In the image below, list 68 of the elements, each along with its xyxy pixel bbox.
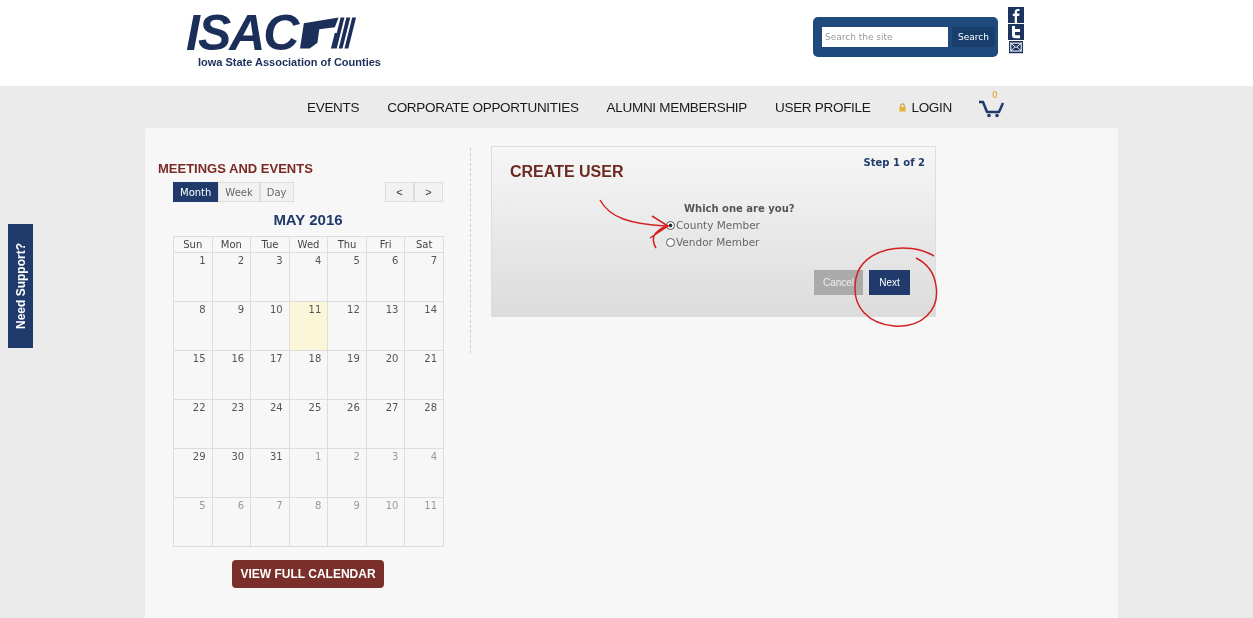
view-calendar-button[interactable]: VIEW FULL CALENDAR bbox=[232, 560, 384, 588]
weekday-header: Thu bbox=[328, 237, 367, 253]
day-cell[interactable]: 22 bbox=[174, 400, 213, 449]
next-month-button[interactable]: > bbox=[414, 182, 443, 202]
search-button[interactable]: Search bbox=[951, 27, 995, 47]
day-cell[interactable]: 21 bbox=[405, 351, 444, 400]
radio-button[interactable] bbox=[666, 237, 675, 247]
cart-count: 0 bbox=[991, 90, 998, 100]
day-cell[interactable]: 31 bbox=[251, 449, 290, 498]
nav-link[interactable]: ALUMNI MEMBERSHIP bbox=[606, 99, 747, 115]
day-cell[interactable]: 14 bbox=[405, 302, 444, 351]
twitter-icon[interactable] bbox=[1007, 24, 1024, 40]
radio-option[interactable]: County Member bbox=[666, 219, 760, 231]
day-cell[interactable]: 5 bbox=[328, 253, 367, 302]
facebook-icon[interactable] bbox=[1007, 7, 1024, 23]
day-cell[interactable]: 29 bbox=[174, 449, 213, 498]
view-tab[interactable]: Week bbox=[218, 182, 260, 202]
nav-link[interactable]: EVENTS bbox=[307, 99, 360, 115]
day-cell[interactable]: 12 bbox=[328, 302, 367, 351]
day-cell[interactable]: 17 bbox=[251, 351, 290, 400]
day-cell[interactable]: 11 bbox=[289, 302, 329, 351]
previous-button[interactable]: < bbox=[385, 182, 414, 202]
day-cell[interactable]: 23 bbox=[212, 400, 252, 449]
weekday-header: Fri bbox=[366, 237, 406, 253]
day-cell[interactable]: 24 bbox=[251, 400, 290, 449]
day-cell[interactable]: 13 bbox=[366, 302, 406, 351]
card-title: CREATE USER bbox=[510, 163, 624, 181]
day-cell[interactable]: 10 bbox=[251, 302, 290, 351]
step-indicator: Step 1 of 2 bbox=[863, 157, 925, 170]
radio-option[interactable]: Vendor Member bbox=[666, 236, 760, 248]
day-cell[interactable]: 28 bbox=[405, 400, 444, 449]
weekday-header: Mon bbox=[212, 237, 252, 253]
weekday-header: Wed bbox=[289, 237, 329, 253]
day-cell[interactable]: 18 bbox=[289, 351, 329, 400]
logo-subtitle: Iowa State Association of Counties bbox=[198, 56, 381, 68]
login-link[interactable]: LOGIN bbox=[898, 99, 952, 115]
day-cell[interactable]: 16 bbox=[212, 351, 252, 400]
day-cell[interactable]: 6 bbox=[366, 253, 406, 302]
day-cell[interactable]: 8 bbox=[174, 302, 213, 351]
email-icon[interactable] bbox=[1007, 41, 1024, 55]
day-cell[interactable]: 7 bbox=[405, 253, 444, 302]
day-cell[interactable]: 30 bbox=[212, 449, 252, 498]
weekday-header: Sun bbox=[174, 237, 213, 253]
view-tab[interactable]: Month bbox=[173, 182, 219, 202]
support-tab[interactable]: Need Support? bbox=[8, 224, 33, 348]
day-cell[interactable]: 2 bbox=[212, 253, 252, 302]
radio-button[interactable] bbox=[666, 220, 675, 230]
weekday-header: Sat bbox=[405, 237, 444, 253]
lock-icon bbox=[898, 102, 908, 112]
nav-link[interactable]: CORPORATE OPPORTUNITIES bbox=[387, 99, 579, 115]
day-cell[interactable]: 20 bbox=[366, 351, 406, 400]
weekday-header: Tue bbox=[251, 237, 290, 253]
month-title: MAY 2016 bbox=[272, 211, 344, 228]
logo-wordmark[interactable]: ISAC bbox=[186, 10, 298, 56]
section-heading: MEETINGS AND EVENTS bbox=[158, 161, 314, 176]
nav-link[interactable]: USER PROFILE bbox=[775, 99, 871, 115]
day-cell[interactable]: 9 bbox=[212, 302, 252, 351]
day-cell[interactable]: 1 bbox=[174, 253, 213, 302]
day-cell[interactable]: 25 bbox=[289, 400, 329, 449]
day-cell[interactable]: 15 bbox=[174, 351, 213, 400]
next-button[interactable]: Next bbox=[869, 270, 910, 295]
day-cell[interactable]: 3 bbox=[251, 253, 290, 302]
day-cell[interactable]: 27 bbox=[366, 400, 406, 449]
day-cell[interactable]: 19 bbox=[328, 351, 367, 400]
question-label: Which one are you? bbox=[684, 203, 795, 214]
search-field[interactable]: Search the site bbox=[821, 27, 948, 47]
view-tab[interactable]: Day bbox=[259, 182, 294, 202]
day-cell[interactable]: 26 bbox=[328, 400, 367, 449]
